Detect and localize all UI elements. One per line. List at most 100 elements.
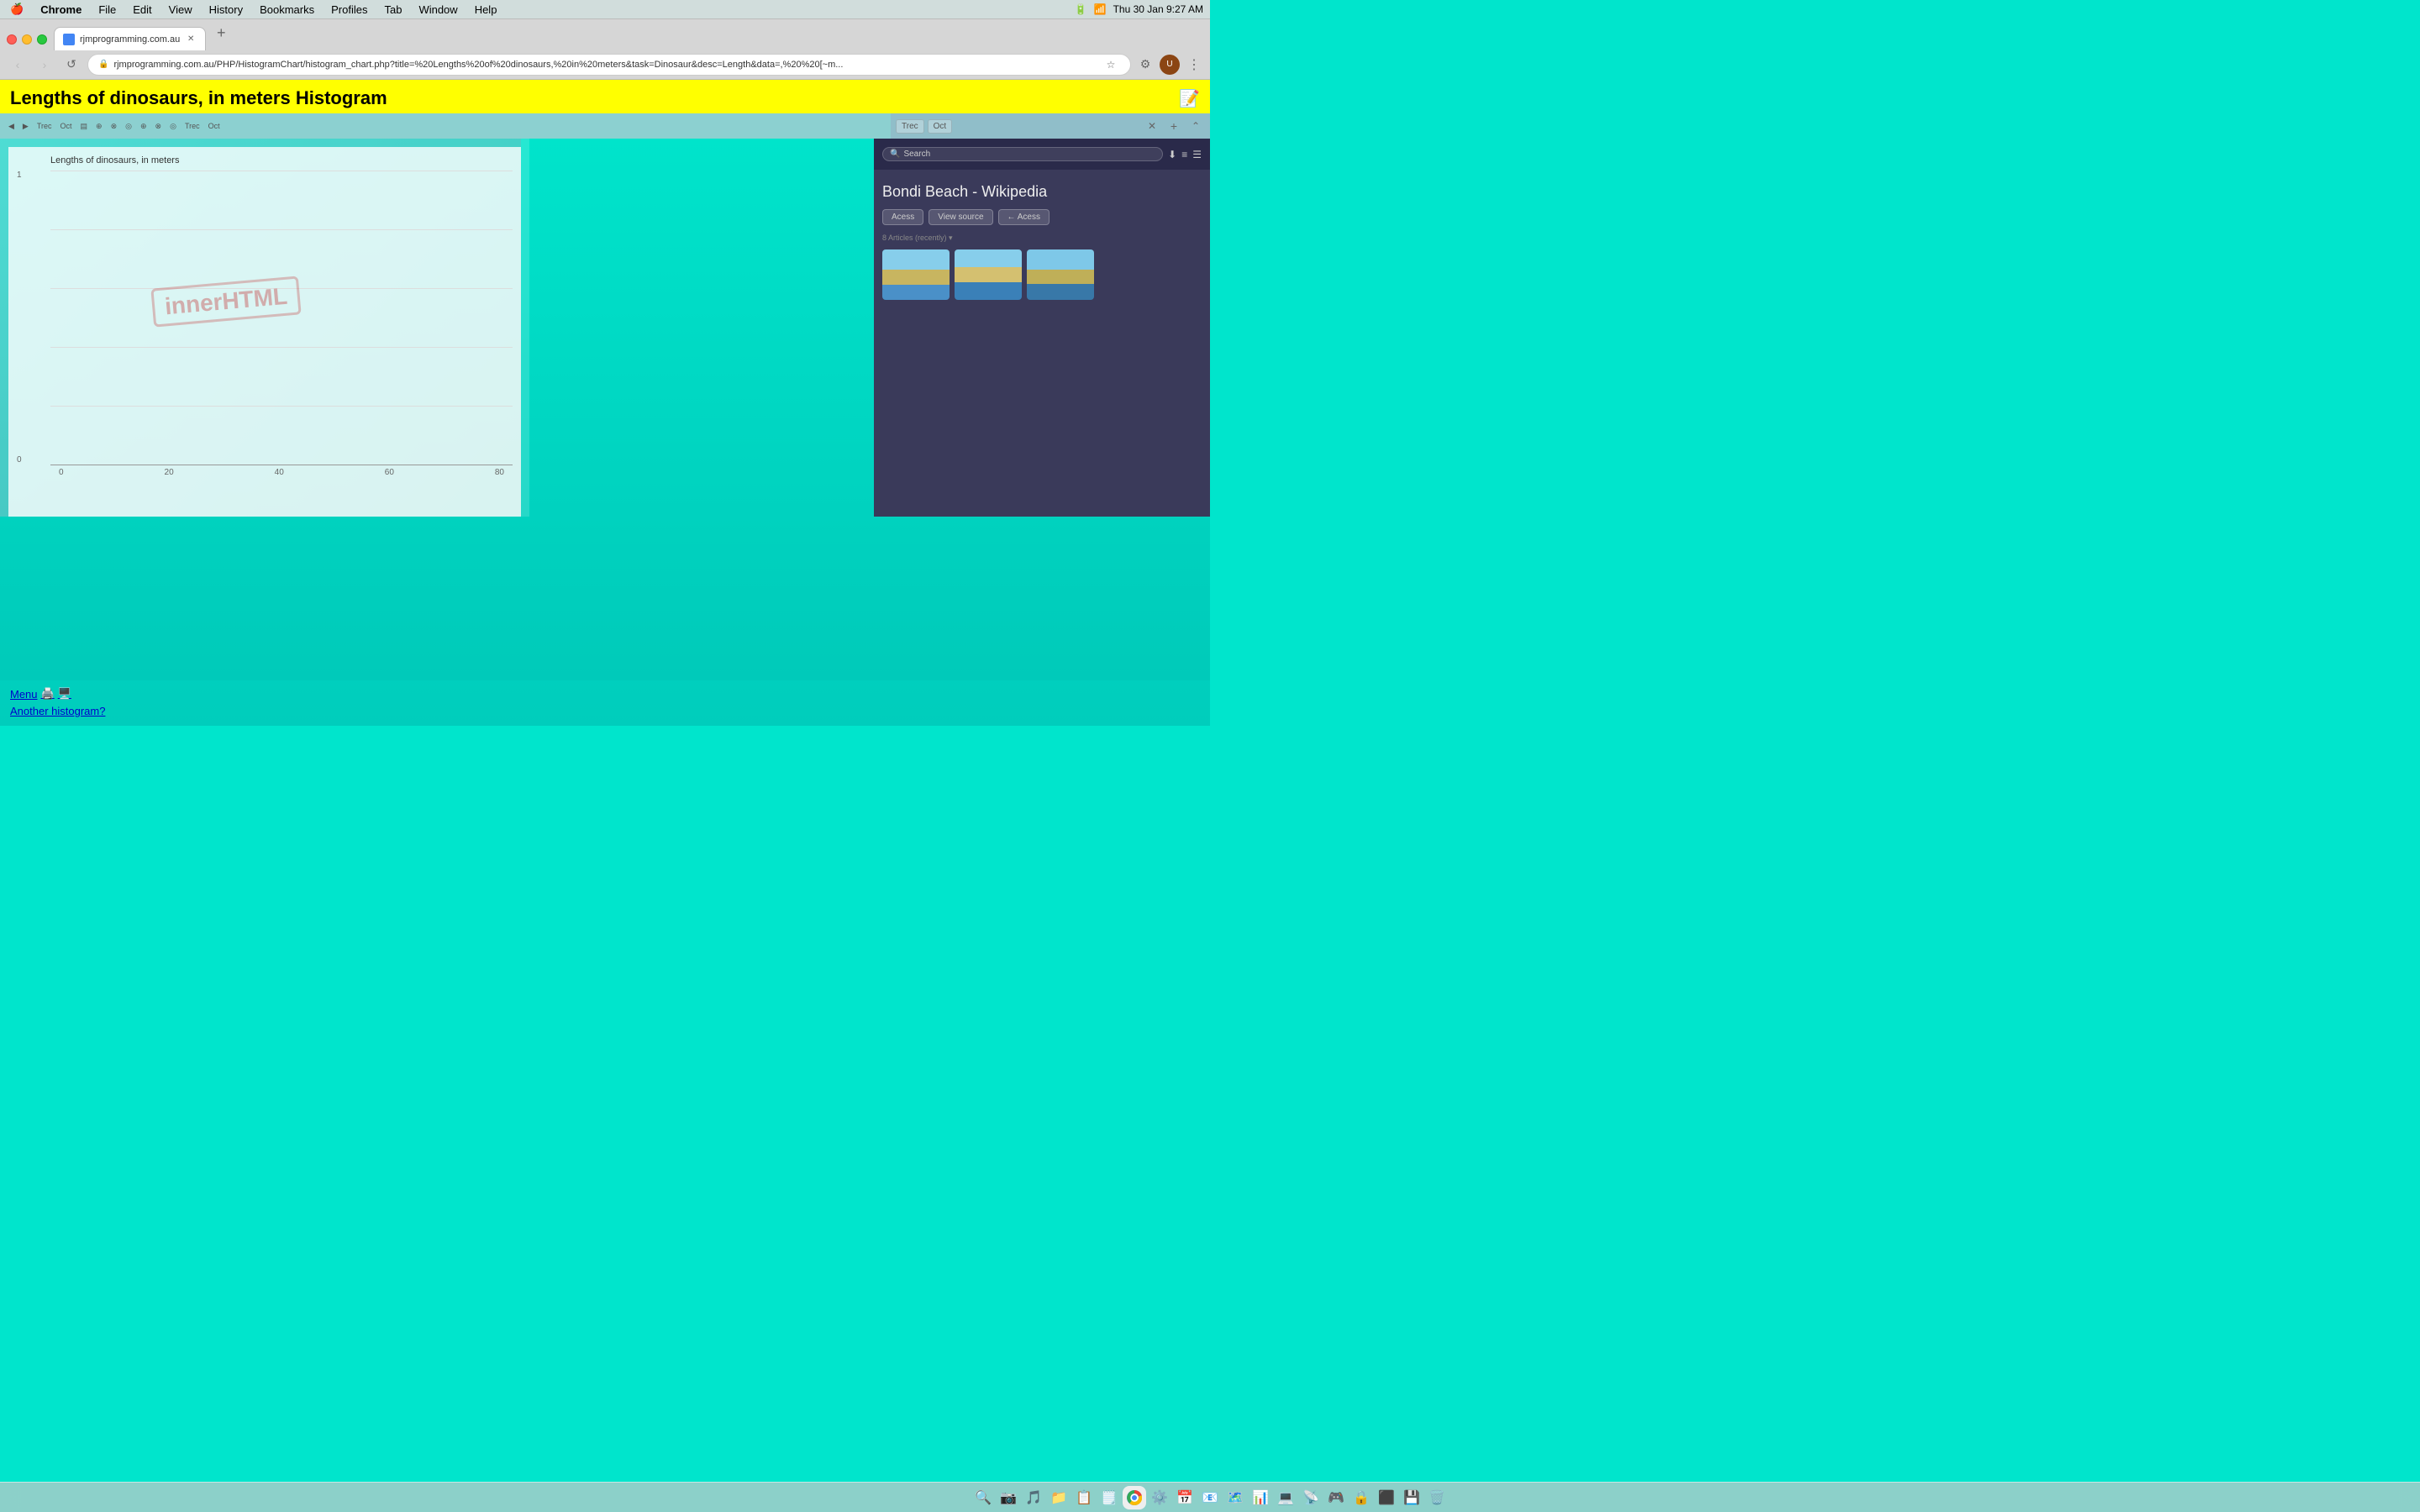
menu-link[interactable]: Menu 🖨️ 🖥️ xyxy=(10,687,1200,701)
tool-forward[interactable]: ▶ xyxy=(19,120,32,133)
wiki-list-icon[interactable]: ≡ xyxy=(1181,149,1187,160)
dock-reminders[interactable]: 🗒️ xyxy=(1097,1486,1121,1509)
dock-app2[interactable]: 💻 xyxy=(1274,1486,1297,1509)
tool-oct2[interactable]: Oct xyxy=(205,120,224,132)
tab-title: rjmprogramming.com.au xyxy=(80,34,180,45)
tool-trec1[interactable]: Trec xyxy=(34,120,55,132)
tool-a6[interactable]: ⊗ xyxy=(152,120,166,133)
menu-tab[interactable]: Tab xyxy=(381,3,405,17)
extensions-icon[interactable]: ⚙ xyxy=(1136,55,1155,74)
tool-back[interactable]: ◀ xyxy=(5,120,18,133)
dock-maps[interactable]: 🗺️ xyxy=(1223,1486,1247,1509)
dock-files[interactable]: 📁 xyxy=(1047,1486,1071,1509)
dock-settings[interactable]: ⚙️ xyxy=(1148,1486,1171,1509)
x-label-40: 40 xyxy=(275,468,284,477)
dock-app4[interactable]: 🎮 xyxy=(1324,1486,1348,1509)
address-right-icons: ☆ xyxy=(1102,55,1120,74)
printer-icon: 🖨️ xyxy=(41,687,55,701)
wiki-close-tab-icon[interactable]: ✕ xyxy=(1143,117,1161,135)
menubar-left: 🍎 Chrome File Edit View History Bookmark… xyxy=(7,2,500,17)
dock-app1[interactable]: 📊 xyxy=(1249,1486,1272,1509)
wiki-tool-oct[interactable]: Oct xyxy=(928,119,953,134)
tool-a3[interactable]: ⊗ xyxy=(108,120,121,133)
dock-app3[interactable]: 📡 xyxy=(1299,1486,1323,1509)
dock-calendar[interactable]: 📅 xyxy=(1173,1486,1197,1509)
dock-photos[interactable]: 📷 xyxy=(997,1486,1020,1509)
notepad-icon[interactable]: 📝 xyxy=(1179,88,1200,109)
wiki-image-2[interactable] xyxy=(955,249,1022,300)
wifi-icon: 📶 xyxy=(1094,3,1107,15)
menu-link-text: Menu xyxy=(10,688,38,701)
bookmark-star-icon[interactable]: ☆ xyxy=(1102,55,1120,74)
wiki-view-source-button[interactable]: View source xyxy=(929,209,992,225)
apple-menu[interactable]: 🍎 xyxy=(7,2,27,17)
profile-icon[interactable]: U xyxy=(1160,55,1180,75)
menu-view[interactable]: View xyxy=(166,3,196,17)
wiki-tool-trec[interactable]: Trec xyxy=(896,119,924,134)
maximize-window-button[interactable] xyxy=(37,34,47,45)
wiki-image-1[interactable] xyxy=(882,249,950,300)
minimize-window-button[interactable] xyxy=(22,34,32,45)
wiki-tool-icons: ✕ + ⌃ xyxy=(1143,117,1205,135)
dock-music[interactable]: 🎵 xyxy=(1022,1486,1045,1509)
dock-app7[interactable]: 💾 xyxy=(1400,1486,1423,1509)
tool-a4[interactable]: ◎ xyxy=(122,120,135,133)
search-placeholder-text: Search xyxy=(903,150,930,159)
wiki-panel: 🔍 Search ⬇ ≡ ☰ Bondi Beach - Wikipedia A… xyxy=(874,139,1210,517)
menu-help[interactable]: Help xyxy=(471,3,501,17)
wiki-access-button[interactable]: Acess xyxy=(882,209,923,225)
dock-app5[interactable]: 🔒 xyxy=(1349,1486,1373,1509)
tool-a5[interactable]: ⊕ xyxy=(137,120,150,133)
menubar-right: 🔋 📶 Thu 30 Jan 9:27 AM xyxy=(1075,3,1203,15)
back-button[interactable]: ‹ xyxy=(7,54,29,76)
battery-icon: 🔋 xyxy=(1075,3,1087,15)
menu-file[interactable]: File xyxy=(95,3,119,17)
x-label-60: 60 xyxy=(385,468,394,477)
menu-window[interactable]: Window xyxy=(415,3,460,17)
wiki-format-icon[interactable]: ☰ xyxy=(1192,149,1202,160)
y-axis-labels: 1 0 xyxy=(17,171,22,465)
address-bar: ‹ › ↺ 🔒 rjmprogramming.com.au/PHP/Histog… xyxy=(0,50,1210,80)
tool-a1[interactable]: ▤ xyxy=(77,120,92,133)
dock-mail[interactable]: 📧 xyxy=(1198,1486,1222,1509)
menu-profiles[interactable]: Profiles xyxy=(328,3,371,17)
tool-a2[interactable]: ⊕ xyxy=(92,120,106,133)
wiki-access-button-2[interactable]: ← Acess xyxy=(998,209,1050,225)
active-tab[interactable]: rjmprogramming.com.au ✕ xyxy=(54,27,206,50)
address-input[interactable]: 🔒 rjmprogramming.com.au/PHP/HistogramCha… xyxy=(87,54,1131,76)
wiki-expand-icon[interactable]: ⌃ xyxy=(1186,117,1205,135)
left-toolbar: ◀ ▶ Trec Oct ▤ ⊕ ⊗ ◎ ⊕ ⊗ ◎ Trec Oct xyxy=(0,113,891,139)
wiki-new-tab-icon[interactable]: + xyxy=(1165,117,1183,135)
menu-history[interactable]: History xyxy=(206,3,246,17)
tab-close-button[interactable]: ✕ xyxy=(185,34,197,45)
tab-favicon xyxy=(63,34,75,45)
another-histogram-link[interactable]: Another histogram? xyxy=(10,705,105,717)
y-label-1: 1 xyxy=(17,171,22,180)
dock-trash[interactable]: 🗑️ xyxy=(1425,1486,1449,1509)
menu-bookmarks[interactable]: Bookmarks xyxy=(256,3,318,17)
wiki-content: Bondi Beach - Wikipedia Acess View sourc… xyxy=(874,170,1210,308)
new-tab-button[interactable]: + xyxy=(209,21,233,45)
menu-chrome[interactable]: Chrome xyxy=(37,3,85,17)
dock-notes[interactable]: 📋 xyxy=(1072,1486,1096,1509)
tool-a7[interactable]: ◎ xyxy=(166,120,180,133)
monitor-icon: 🖥️ xyxy=(58,687,71,701)
forward-button[interactable]: › xyxy=(34,54,55,76)
x-label-0: 0 xyxy=(59,468,64,477)
wiki-search-bar[interactable]: 🔍 Search xyxy=(882,147,1163,161)
tab-bar: rjmprogramming.com.au ✕ + xyxy=(0,19,1210,50)
dock-app6[interactable]: ⬛ xyxy=(1375,1486,1398,1509)
search-icon: 🔍 xyxy=(890,150,900,159)
wiki-action-buttons: Acess View source ← Acess xyxy=(882,209,1202,225)
menu-dots-icon[interactable]: ⋮ xyxy=(1185,55,1203,74)
reload-button[interactable]: ↺ xyxy=(60,54,82,76)
menu-edit[interactable]: Edit xyxy=(129,3,155,17)
wiki-download-icon[interactable]: ⬇ xyxy=(1168,149,1176,160)
chart-title: Lengths of dinosaurs, in meters xyxy=(50,155,513,165)
tool-oct1[interactable]: Oct xyxy=(57,120,76,132)
dock-finder[interactable]: 🔍 xyxy=(971,1486,995,1509)
tool-trec2[interactable]: Trec xyxy=(182,120,203,132)
wiki-image-3[interactable] xyxy=(1027,249,1094,300)
close-window-button[interactable] xyxy=(7,34,17,45)
dock-chrome[interactable] xyxy=(1123,1486,1146,1509)
